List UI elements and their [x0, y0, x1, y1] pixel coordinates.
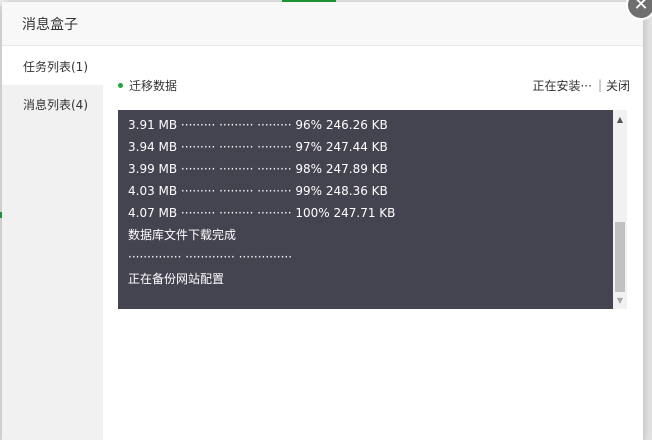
scroll-down-icon[interactable]: ▼	[613, 293, 627, 307]
console-lines: 3.91 MB ········· ········· ········· 96…	[118, 110, 627, 290]
log-line: 3.99 MB ········· ········· ········· 98…	[128, 162, 388, 176]
log-line: 3.94 MB ········· ········· ········· 97…	[128, 140, 388, 154]
sidebar-item-message-list[interactable]: 消息列表(4)	[2, 85, 103, 123]
scroll-thumb[interactable]	[615, 222, 625, 292]
close-task-link[interactable]: 关闭	[606, 77, 630, 94]
task-name: 迁移数据	[129, 78, 178, 93]
log-line: ·············· ············· ···········…	[128, 250, 293, 264]
install-log-console[interactable]: 3.91 MB ········· ········· ········· 96…	[118, 110, 627, 309]
task-panel: 迁移数据 正在安装··· | 关闭 3.91 MB ········· ····…	[103, 47, 643, 440]
log-line: 4.07 MB ········· ········· ········· 10…	[128, 206, 396, 220]
sidebar-item-label: 任务列表(1)	[23, 59, 88, 74]
sidebar-item-label: 消息列表(4)	[23, 97, 88, 112]
sidebar-item-task-list[interactable]: 任务列表(1)	[2, 47, 103, 85]
dialog-title: 消息盒子	[22, 16, 78, 33]
log-line: 3.91 MB ········· ········· ········· 96…	[128, 118, 388, 132]
status-dot-icon	[118, 82, 123, 88]
task-actions: 正在安装··· | 关闭	[532, 77, 630, 94]
log-line: 4.03 MB ········· ········· ········· 99…	[128, 184, 388, 198]
message-box-dialog: 消息盒子 任务列表(1) 消息列表(4) 迁移数据 正在安装··· | 关闭 3…	[2, 2, 643, 440]
close-icon: ✕	[633, 0, 649, 15]
task-status: 正在安装···	[532, 78, 592, 93]
sidebar: 任务列表(1) 消息列表(4)	[2, 47, 103, 440]
separator: |	[597, 78, 602, 92]
dialog-header: 消息盒子	[2, 2, 643, 46]
scroll-up-icon[interactable]: ▲	[613, 112, 627, 126]
log-line: 正在备份网站配置	[128, 272, 225, 286]
console-scrollbar[interactable]: ▲ ▼	[613, 110, 627, 309]
task-row: 迁移数据 正在安装··· | 关闭	[118, 75, 630, 95]
log-line: 数据库文件下载完成	[128, 228, 237, 242]
